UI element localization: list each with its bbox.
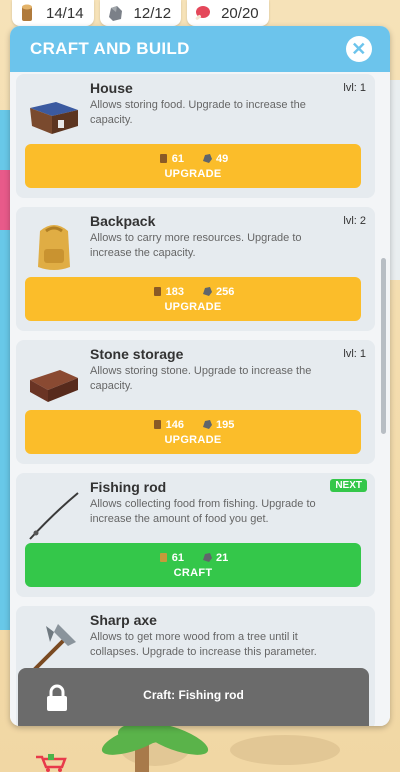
item-card-fishing-rod: Fishing rod NEXT Allows collecting food …	[16, 473, 375, 597]
stone-cost-icon	[203, 553, 212, 562]
upgrade-backpack-button[interactable]: 183 256 UPGRADE	[25, 277, 361, 321]
upgrade-stone-storage-button[interactable]: 146 195 UPGRADE	[25, 410, 361, 454]
stone-cost-icon	[203, 420, 212, 429]
action-label: UPGRADE	[164, 300, 222, 313]
house-icon	[30, 102, 78, 134]
stone-cost: 49	[216, 152, 229, 165]
wood-log-icon	[22, 4, 32, 21]
stone-counter: 12/12	[99, 0, 182, 26]
food-counter: 20/20	[187, 0, 269, 26]
item-description: Allows storing food. Upgrade to increase…	[90, 99, 306, 126]
food-count: 20/20	[221, 4, 259, 22]
backpack-icon	[38, 225, 70, 270]
stone-cost: 21	[216, 551, 229, 564]
palm-shadow-2	[230, 735, 340, 765]
wood-counter: 14/14	[12, 0, 94, 26]
item-card-house: House lvl: 1 Allows storing food. Upgrad…	[16, 74, 375, 198]
craft-bar-label: Craft: Fishing rod	[143, 688, 244, 702]
close-button[interactable]: ✕	[346, 36, 372, 62]
action-label: UPGRADE	[164, 433, 222, 446]
wood-cost-icon	[159, 553, 167, 562]
next-badge: NEXT	[330, 479, 367, 492]
wood-cost-icon	[153, 420, 161, 429]
item-description: Allows to carry more resources. Upgrade …	[90, 232, 302, 259]
craft-build-panel: CRAFT AND BUILD ✕ House lvl: 1 Allows st…	[10, 26, 390, 726]
item-title: Fishing rod	[90, 479, 167, 495]
cost-row: 146 195	[152, 418, 235, 431]
fishing-rod-icon	[29, 492, 79, 540]
meat-icon	[195, 6, 211, 20]
item-level: lvl: 1	[343, 348, 366, 360]
item-title: House	[90, 80, 133, 96]
stone-icon	[108, 6, 122, 21]
item-card-backpack: Backpack lvl: 2 Allows to carry more res…	[16, 207, 375, 331]
item-description: Allows to get more wood from a tree unti…	[90, 631, 317, 658]
stone-cost: 195	[216, 418, 235, 431]
wood-cost: 61	[171, 551, 184, 564]
upgrade-house-button[interactable]: 61 49 UPGRADE	[25, 144, 361, 188]
panel-header: CRAFT AND BUILD ✕	[10, 26, 390, 72]
wood-cost-icon	[153, 287, 161, 296]
item-title: Backpack	[90, 213, 156, 229]
item-title: Stone storage	[90, 346, 184, 362]
wood-count: 14/14	[46, 4, 84, 22]
panel-title: CRAFT AND BUILD	[30, 39, 190, 58]
action-label: CRAFT	[173, 566, 213, 579]
wood-cost: 146	[165, 418, 184, 431]
stone-storage-icon	[30, 370, 78, 402]
item-description: Allows collecting food from fishing. Upg…	[90, 498, 316, 525]
craft-fishing-rod-button[interactable]: 61 21 CRAFT	[25, 543, 361, 587]
cost-row: 183 256	[152, 285, 235, 298]
cart-icon[interactable]	[34, 754, 68, 772]
stone-cost-icon	[203, 287, 212, 296]
axe-icon	[32, 624, 76, 672]
pink-object-left	[0, 170, 10, 230]
wood-cost: 183	[165, 285, 184, 298]
item-level: lvl: 2	[343, 215, 366, 227]
wood-cost: 61	[171, 152, 184, 165]
item-card-stone-storage: Stone storage lvl: 1 Allows storing ston…	[16, 340, 375, 464]
cost-row: 61 49	[158, 152, 229, 165]
close-icon: ✕	[351, 38, 367, 59]
stone-cost: 256	[216, 285, 235, 298]
item-description: Allows storing stone. Upgrade to increas…	[90, 365, 312, 392]
cost-row: 61 21	[158, 551, 229, 564]
action-label: UPGRADE	[164, 167, 222, 180]
scrollbar-thumb[interactable]	[381, 258, 386, 434]
wood-cost-icon	[159, 154, 167, 163]
stone-cost-icon	[203, 154, 212, 163]
item-level: lvl: 1	[343, 82, 366, 94]
stone-count: 12/12	[133, 4, 172, 22]
craft-bar[interactable]: Craft: Fishing rod	[18, 668, 369, 726]
build-list[interactable]: House lvl: 1 Allows storing food. Upgrad…	[10, 72, 390, 726]
item-title: Sharp axe	[90, 612, 157, 628]
